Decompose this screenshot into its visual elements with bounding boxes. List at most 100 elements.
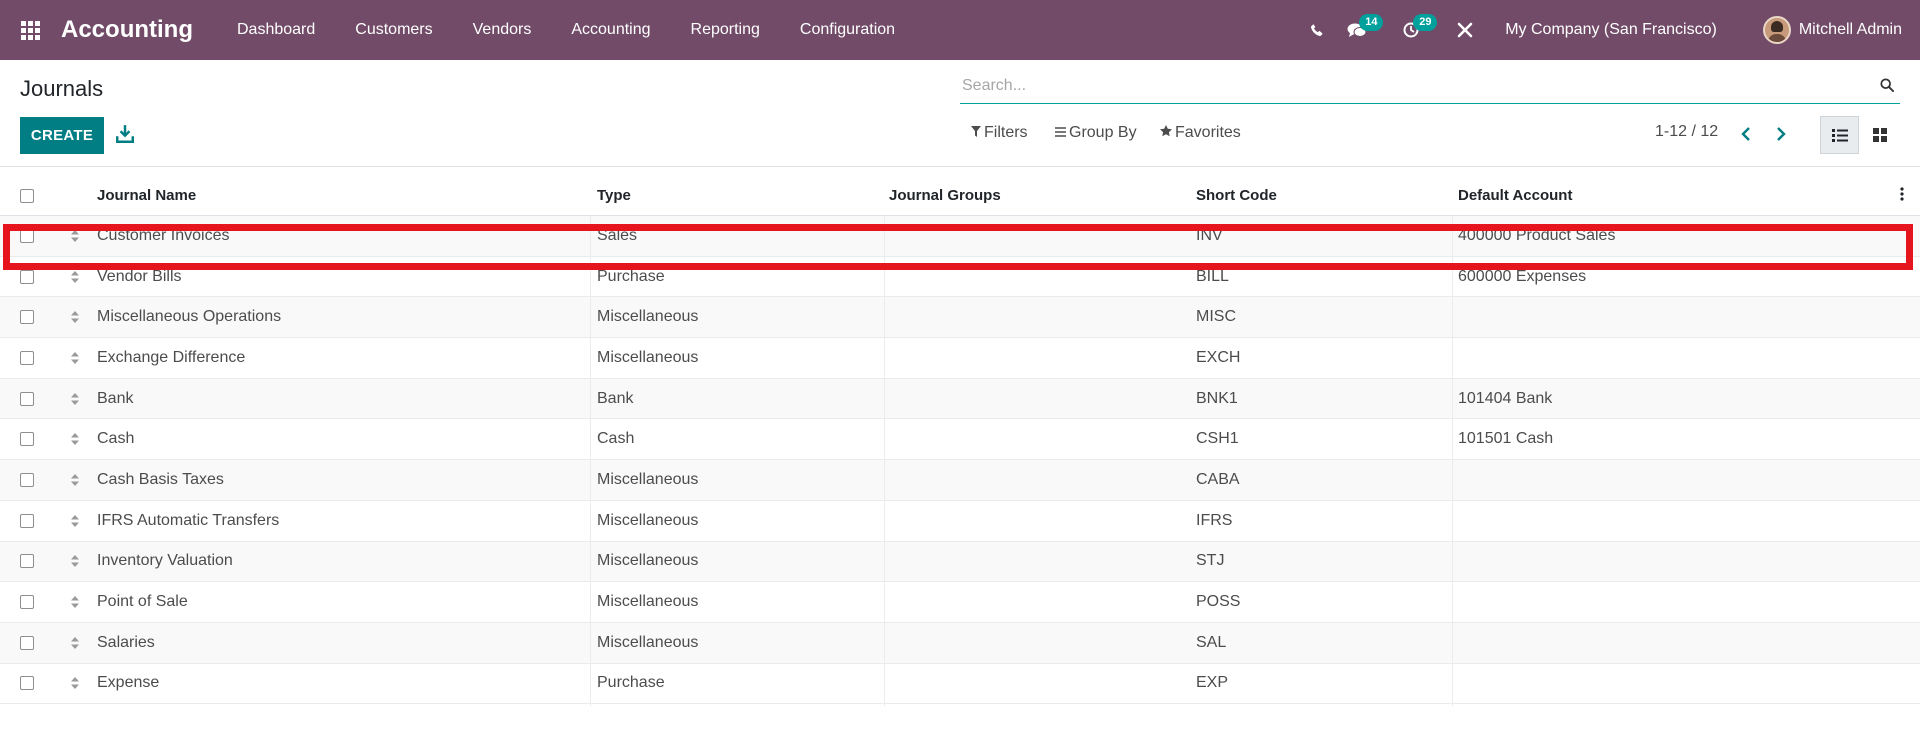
table-row[interactable]: Inventory Valuation Miscellaneous STJ <box>0 541 1920 583</box>
drag-handle[interactable] <box>54 270 96 283</box>
cell-type[interactable]: Miscellaneous <box>597 512 889 530</box>
kanban-view-button[interactable] <box>1860 116 1899 154</box>
cell-type[interactable]: Miscellaneous <box>597 634 889 652</box>
cell-default-account[interactable]: 400000 Product Sales <box>1458 227 1900 245</box>
optional-columns-toggle[interactable] <box>1900 186 1920 205</box>
drag-handle[interactable] <box>54 433 96 446</box>
table-row[interactable]: IFRS Automatic Transfers Miscellaneous IFR… <box>0 501 1920 542</box>
cell-journal-name[interactable]: Miscellaneous Operations <box>96 308 597 326</box>
app-brand[interactable]: Accounting <box>61 16 193 44</box>
menu-configuration[interactable]: Configuration <box>780 0 915 60</box>
cell-journal-name[interactable]: Point of Sale <box>96 593 597 611</box>
cell-type[interactable]: Miscellaneous <box>597 552 889 570</box>
cell-type[interactable]: Purchase <box>597 268 889 286</box>
drag-handle[interactable] <box>54 351 96 364</box>
cell-short-code[interactable]: CSH1 <box>1196 430 1458 448</box>
drag-handle[interactable] <box>54 636 96 649</box>
messages-button[interactable]: 14 <box>1337 0 1384 60</box>
company-switcher[interactable]: My Company (San Francisco) <box>1485 21 1737 39</box>
apps-menu-button[interactable] <box>0 0 60 60</box>
cell-journal-name[interactable]: Customer Invoices <box>96 227 597 245</box>
drag-handle[interactable] <box>54 311 96 324</box>
header-short-code[interactable]: Short Code <box>1196 187 1458 204</box>
header-journal-groups[interactable]: Journal Groups <box>889 187 1196 204</box>
cell-short-code[interactable]: INV <box>1196 227 1458 245</box>
create-button[interactable]: CREATE <box>20 117 104 154</box>
cell-type[interactable]: Sales <box>597 227 889 245</box>
cell-journal-name[interactable]: Cash <box>96 430 597 448</box>
cell-journal-name[interactable]: Salaries <box>96 634 597 652</box>
menu-vendors[interactable]: Vendors <box>453 0 552 60</box>
pager-value[interactable]: 1-12 / 12 <box>1655 123 1718 141</box>
drag-handle[interactable] <box>54 555 96 568</box>
drag-handle[interactable] <box>54 677 96 690</box>
table-row[interactable]: Exchange Difference Miscellaneous EXCH <box>0 338 1920 379</box>
row-checkbox[interactable] <box>20 350 34 365</box>
cell-journal-name[interactable]: Exchange Difference <box>96 349 597 367</box>
row-checkbox[interactable] <box>20 554 34 569</box>
menu-dashboard[interactable]: Dashboard <box>217 0 335 60</box>
row-checkbox[interactable] <box>20 676 34 691</box>
drag-handle[interactable] <box>54 596 96 609</box>
menu-reporting[interactable]: Reporting <box>671 0 780 60</box>
cell-journal-name[interactable]: Inventory Valuation <box>96 552 597 570</box>
cell-type[interactable]: Cash <box>597 430 889 448</box>
cell-journal-name[interactable]: Expense <box>96 674 597 692</box>
table-row[interactable]: Salaries Miscellaneous SAL <box>0 622 1920 664</box>
phone-icon[interactable] <box>1297 0 1337 60</box>
drag-handle[interactable] <box>54 229 96 242</box>
pager-next-button[interactable] <box>1771 124 1791 144</box>
pager-previous-button[interactable] <box>1736 124 1756 144</box>
list-view-button[interactable] <box>1820 116 1859 154</box>
cell-short-code[interactable]: IFRS <box>1196 512 1458 530</box>
filters-toggle[interactable]: Filters <box>971 124 1028 142</box>
row-checkbox[interactable] <box>20 432 34 447</box>
row-checkbox[interactable] <box>20 269 34 284</box>
cell-short-code[interactable]: EXP <box>1196 674 1458 692</box>
cell-short-code[interactable]: POSS <box>1196 593 1458 611</box>
table-row[interactable]: Miscellaneous Operations Miscellaneous MIS… <box>0 297 1920 339</box>
cell-short-code[interactable]: EXCH <box>1196 349 1458 367</box>
table-row[interactable]: Vendor Bills Purchase BILL 600000 Expenses <box>0 257 1920 298</box>
activities-button[interactable]: 29 <box>1391 0 1438 60</box>
cell-short-code[interactable]: STJ <box>1196 552 1458 570</box>
favorites-toggle[interactable]: Favorites <box>1160 124 1241 142</box>
cell-short-code[interactable]: CABA <box>1196 471 1458 489</box>
download-icon[interactable] <box>116 124 134 144</box>
menu-accounting[interactable]: Accounting <box>551 0 670 60</box>
debug-tools-icon[interactable] <box>1445 0 1485 60</box>
table-row[interactable]: Bank Bank BNK1 101404 Bank <box>0 378 1920 420</box>
row-checkbox[interactable] <box>20 472 34 487</box>
search-input[interactable] <box>960 70 1840 102</box>
row-checkbox[interactable] <box>20 635 34 650</box>
cell-type[interactable]: Miscellaneous <box>597 308 889 326</box>
cell-journal-name[interactable]: Vendor Bills <box>96 268 597 286</box>
row-checkbox[interactable] <box>20 391 34 406</box>
cell-type[interactable]: Bank <box>597 390 889 408</box>
cell-type[interactable]: Miscellaneous <box>597 593 889 611</box>
header-journal-name[interactable]: Journal Name <box>96 187 597 204</box>
cell-short-code[interactable]: SAL <box>1196 634 1458 652</box>
drag-handle[interactable] <box>54 473 96 486</box>
table-row[interactable]: Point of Sale Miscellaneous POSS <box>0 582 1920 623</box>
cell-journal-name[interactable]: IFRS Automatic Transfers <box>96 512 597 530</box>
cell-type[interactable]: Miscellaneous <box>597 471 889 489</box>
header-default-account[interactable]: Default Account <box>1458 187 1900 204</box>
table-row[interactable]: Customer Invoices Sales INV 400000 Product … <box>0 216 1920 257</box>
cell-journal-name[interactable]: Cash Basis Taxes <box>96 471 597 489</box>
cell-type[interactable]: Miscellaneous <box>597 349 889 367</box>
table-row[interactable]: Cash Cash CSH1 101501 Cash <box>0 419 1920 461</box>
row-checkbox[interactable] <box>20 228 34 243</box>
user-menu[interactable]: Mitchell Admin <box>1737 16 1920 44</box>
search-icon[interactable] <box>1880 78 1894 92</box>
menu-customers[interactable]: Customers <box>335 0 452 60</box>
cell-default-account[interactable]: 600000 Expenses <box>1458 268 1900 286</box>
row-checkbox[interactable] <box>20 310 34 325</box>
cell-short-code[interactable]: MISC <box>1196 308 1458 326</box>
cell-short-code[interactable]: BNK1 <box>1196 390 1458 408</box>
cell-default-account[interactable]: 101501 Cash <box>1458 430 1900 448</box>
drag-handle[interactable] <box>54 514 96 527</box>
table-row[interactable]: Expense Purchase EXP <box>0 664 1920 705</box>
cell-short-code[interactable]: BILL <box>1196 268 1458 286</box>
row-checkbox[interactable] <box>20 595 34 610</box>
